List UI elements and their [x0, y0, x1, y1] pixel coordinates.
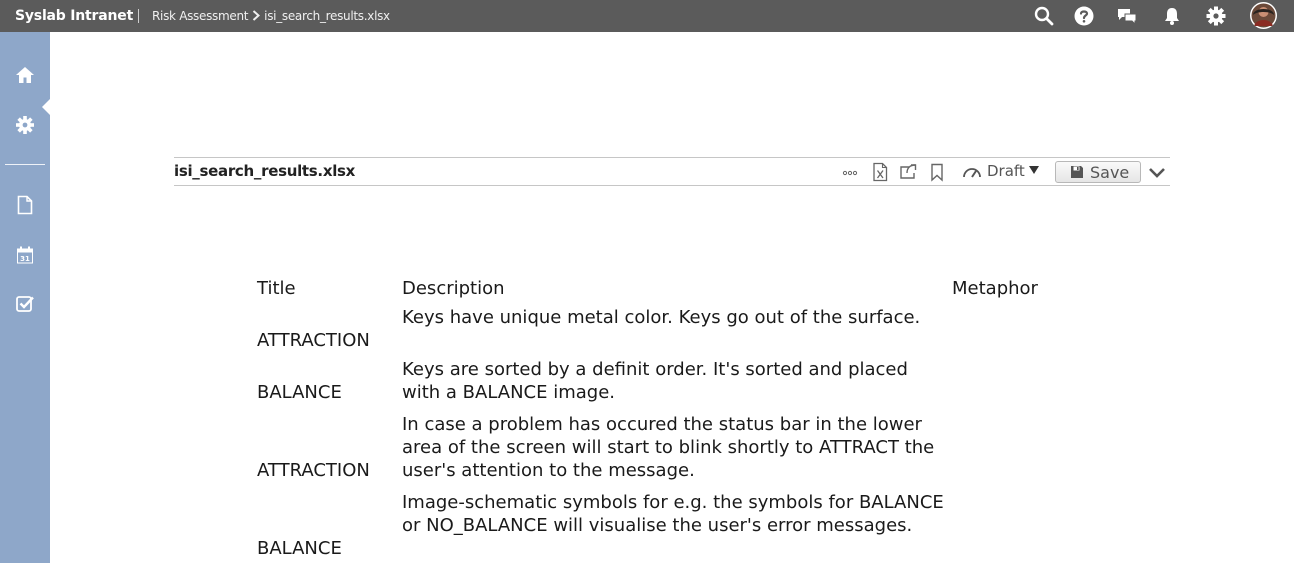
top-bar: Syslab Intranet Risk Assessment isi_searc…: [0, 0, 1294, 32]
document-icon[interactable]: [15, 195, 35, 215]
row-description: Keys are sorted by a definit order. It's…: [402, 359, 908, 403]
share-icon[interactable]: [898, 162, 918, 182]
caret-down-icon: [1028, 166, 1039, 174]
calendar-day: 31: [20, 255, 30, 263]
sidebar-divider: [5, 164, 45, 165]
brand-separator: [138, 9, 139, 23]
row-description: In case a problem has occured the status…: [402, 414, 935, 481]
row-title: BALANCE: [257, 382, 342, 403]
column-header-description: Description: [402, 278, 505, 299]
chat-icon[interactable]: [1116, 5, 1138, 27]
home-icon[interactable]: [15, 65, 35, 85]
row-description: Keys have unique metal color. Keys go ou…: [402, 307, 921, 328]
breadcrumb-current-file: isi_search_results.xlsx: [264, 9, 390, 23]
status-label: Draft: [987, 162, 1025, 180]
floppy-icon: [1071, 166, 1083, 178]
column-header-metaphor: Metaphor: [952, 278, 1038, 299]
gear-icon[interactable]: [1205, 5, 1227, 27]
chevron-down-icon[interactable]: [1147, 162, 1167, 182]
bookmark-icon[interactable]: [927, 162, 947, 182]
active-pointer: [42, 98, 51, 116]
row-title: ATTRACTION: [257, 330, 370, 351]
breadcrumb: Risk Assessment isi_search_results.xlsx: [152, 0, 390, 32]
row-title: ATTRACTION: [257, 460, 370, 481]
status-dropdown[interactable]: Draft: [987, 158, 1039, 185]
column-header-title: Title: [257, 278, 296, 299]
excel-icon[interactable]: [870, 162, 890, 182]
help-icon[interactable]: [1073, 5, 1095, 27]
calendar-icon[interactable]: 31: [15, 245, 35, 265]
breadcrumb-risk-assessment[interactable]: Risk Assessment: [152, 9, 248, 23]
avatar[interactable]: [1250, 2, 1277, 29]
gauge-icon: [961, 162, 983, 182]
row-title: BALANCE: [257, 538, 342, 559]
sidebar: 31: [0, 32, 51, 563]
document-title: isi_search_results.xlsx: [174, 162, 356, 180]
gear-icon[interactable]: [15, 115, 35, 135]
checkbox-icon[interactable]: [15, 294, 35, 314]
search-icon[interactable]: [1033, 5, 1055, 27]
document-toolbar: isi_search_results.xlsx Draft Save: [174, 157, 1170, 186]
bell-icon[interactable]: [1161, 5, 1183, 27]
save-button[interactable]: Save: [1055, 161, 1141, 183]
row-description: Image-schematic symbols for e.g. the sym…: [402, 492, 944, 536]
chevron-right-icon: [252, 1, 261, 33]
brand-link[interactable]: Syslab Intranet: [15, 0, 133, 32]
save-label: Save: [1090, 162, 1130, 182]
more-icon[interactable]: [840, 162, 860, 182]
